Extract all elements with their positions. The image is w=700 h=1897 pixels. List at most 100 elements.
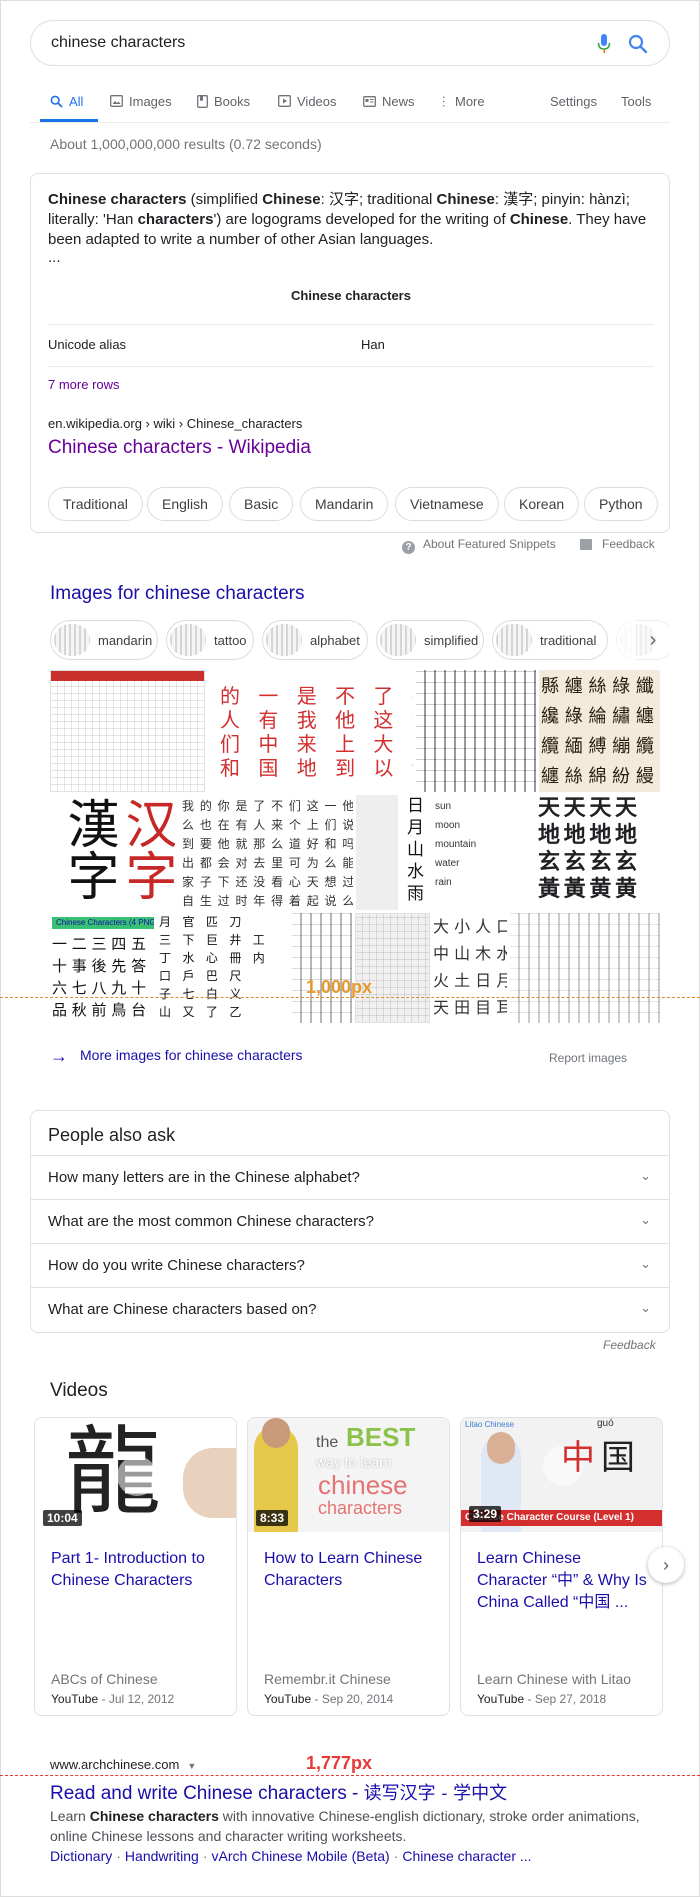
snippet-feedback[interactable]: Feedback (580, 537, 655, 557)
sitelink-dictionary[interactable]: Dictionary (50, 1848, 112, 1864)
video-thumbnail[interactable]: Litao Chinese guó 中 国 Chinese Character … (461, 1418, 662, 1532)
image-result[interactable] (416, 670, 536, 792)
tab-books[interactable]: Books (197, 90, 250, 112)
image-result[interactable] (292, 913, 352, 1023)
image-result[interactable]: 大 小 人 口 中 山 木 水 火 土 日 月 天 田 目 耳 (433, 913, 507, 1023)
paa-question[interactable]: What are the most common Chinese charact… (31, 1199, 669, 1243)
feedback-icon (580, 539, 592, 550)
image-text: 縣 纏 絲 綠 纖 絓 纔 綠 綸 繡 纏 綰 纜 緬 縛 繃 纜 緜 纏 絲 … (541, 676, 660, 787)
hand-illustration (183, 1448, 236, 1518)
video-title-link[interactable]: How to Learn Chinese Characters (264, 1548, 439, 1592)
tab-settings[interactable]: Settings (550, 90, 597, 112)
paa-title: People also ask (48, 1125, 176, 1145)
video-thumbnail[interactable]: the BEST way to learn chinese characters… (248, 1418, 449, 1532)
chip-traditional[interactable]: Traditional (48, 487, 143, 521)
image-result[interactable]: 天 天 天 天 地 地 地 地 玄 玄 玄 玄 黃 黃 黄 黄 (538, 795, 660, 910)
image-result[interactable]: 漢字 汉字 (50, 795, 175, 910)
image-result[interactable] (510, 913, 660, 1023)
about-featured-snippets[interactable]: ? About Featured Snippets (402, 537, 556, 557)
chip-vietnamese[interactable]: Vietnamese (395, 487, 499, 521)
video-title-link[interactable]: Part 1- Introduction to Chinese Characte… (51, 1548, 226, 1592)
tab-more[interactable]: ··· More (437, 90, 485, 112)
tab-news[interactable]: News (363, 90, 415, 112)
tab-tools[interactable]: Tools (621, 90, 651, 112)
result-stats: About 1,000,000,000 results (0.72 second… (50, 136, 322, 152)
image-result[interactable]: Chinese Characters (4 PNG · SPS · TFS 一 … (50, 913, 154, 1023)
chips-fade (610, 620, 636, 660)
thumbnail-text: BEST (346, 1422, 416, 1452)
presenter-face (262, 1418, 290, 1448)
image-text: 月 官 匹 刀 三 下 巨 井 工 丁 水 心 冊 内 口 戶 巴 尺 子 七 … (159, 915, 265, 1019)
image-result[interactable] (50, 670, 205, 792)
video-thumbnail[interactable]: 龍 10:04 (35, 1418, 236, 1532)
separator: · (116, 1848, 121, 1864)
image-result[interactable] (355, 913, 430, 1023)
caret-down-icon[interactable]: ▼ (187, 1761, 196, 1771)
paa-feedback-link[interactable]: Feedback (603, 1338, 656, 1352)
chevron-right-icon[interactable]: › (648, 1547, 684, 1583)
chip-python[interactable]: Python (584, 487, 658, 521)
result-title-link[interactable]: Read and write Chinese characters - 读写汉字… (50, 1779, 507, 1805)
paa-question[interactable]: How many letters are in the Chinese alph… (31, 1155, 669, 1199)
thumbnail-text: guó (597, 1418, 614, 1429)
paa-question[interactable]: How do you write Chinese characters? ⌄ (31, 1243, 669, 1287)
result-cite[interactable]: www.archchinese.com ▼ (50, 1757, 196, 1772)
chip-thumbnail (380, 624, 416, 656)
image-result[interactable]: 的 一 是 不 了 在 人 有 我 他 这 个 们 中 来 上 大 为 和 国 … (208, 670, 413, 792)
tab-label: All (69, 93, 84, 109)
image-chip-mandarin[interactable]: mandarin (50, 620, 158, 660)
image-result[interactable]: 我 的 你 是 了 不 们 这 一 他 么 也 在 有 人 来 个 上 们 说 … (178, 795, 353, 910)
sitelink-handwriting[interactable]: Handwriting (125, 1848, 199, 1864)
image-text: 日 月 山 水 雨 (407, 796, 426, 904)
sitelink-mobile[interactable]: vArch Chinese Mobile (Beta) (212, 1848, 390, 1864)
image-result[interactable] (356, 795, 398, 910)
paa-question[interactable]: What are Chinese characters based on? ⌄ (31, 1287, 669, 1331)
search-tabs: All Images Books Videos News ··· More Se… (40, 90, 660, 122)
image-chip-alphabet[interactable]: alphabet (262, 620, 368, 660)
more-rows-link[interactable]: 7 more rows (48, 377, 120, 392)
snippet-text: Chinese characters (simplified Chinese: … (48, 191, 647, 248)
people-also-ask: People also ask How many letters are in … (30, 1110, 670, 1333)
search-icon[interactable] (627, 33, 649, 55)
image-chip-traditional[interactable]: traditional (492, 620, 608, 660)
tab-images[interactable]: Images (110, 90, 172, 112)
image-chip-tattoo[interactable]: tattoo (166, 620, 254, 660)
microphone-icon[interactable] (597, 33, 611, 55)
search-box[interactable]: chinese characters (30, 20, 670, 66)
chip-english[interactable]: English (147, 487, 223, 521)
image-header (51, 671, 204, 681)
snippet-cite: en.wikipedia.org › wiki › Chinese_charac… (48, 416, 303, 431)
image-chip-simplified[interactable]: simplified (376, 620, 484, 660)
video-card[interactable]: the BEST way to learn chinese characters… (247, 1417, 450, 1716)
tab-all[interactable]: All (50, 90, 83, 112)
image-result[interactable]: 月 官 匹 刀 三 下 巨 井 工 丁 水 心 冊 内 口 戶 巴 尺 子 七 … (157, 913, 289, 1023)
chevron-right-icon[interactable]: › (636, 622, 670, 658)
divider (48, 366, 654, 367)
video-card[interactable]: 龍 10:04 Part 1- Introduction to Chinese … (34, 1417, 237, 1716)
table-title: Chinese characters (291, 288, 411, 303)
image-result[interactable]: 縣 纏 絲 綠 纖 絓 纔 綠 綸 繡 纏 綰 纜 緬 縛 繃 纜 緜 纏 絲 … (539, 670, 660, 792)
chip-korean[interactable]: Korean (504, 487, 580, 521)
more-images-link[interactable]: → More images for chinese characters (50, 1046, 303, 1067)
tab-videos[interactable]: Videos (278, 90, 337, 112)
sitelink-chinese-character[interactable]: Chinese character ... (402, 1848, 531, 1864)
search-input[interactable]: chinese characters (51, 34, 185, 52)
snippet-title-link[interactable]: Chinese characters - Wikipedia (48, 437, 311, 459)
chip-basic[interactable]: Basic (229, 487, 294, 521)
arrow-right-icon: → (50, 1046, 68, 1066)
video-card[interactable]: Litao Chinese guó 中 国 Chinese Character … (460, 1417, 663, 1716)
image-icon (110, 95, 123, 107)
image-result[interactable]: 日 月 山 水 雨 sun moon mountain water rain (401, 795, 535, 910)
chip-mandarin[interactable]: Mandarin (300, 487, 389, 521)
image-text: 天 天 天 天 地 地 地 地 玄 玄 玄 玄 黃 黃 黄 黄 (538, 795, 637, 902)
video-channel: ABCs of Chinese (51, 1671, 158, 1687)
image-text: 一 二 三 四 五 十 事 後 先 答 六 七 八 九 十 品 秋 前 鳥 台 (52, 935, 147, 1019)
separator: · (393, 1848, 399, 1864)
thumbnail-text: the (316, 1434, 339, 1451)
images-heading-link[interactable]: Images for chinese characters (50, 583, 305, 605)
report-images-link[interactable]: Report images (549, 1051, 627, 1065)
image-text: 的 一 是 不 了 在 人 有 我 他 这 个 们 中 来 上 大 为 和 国 … (220, 684, 413, 780)
chevron-down-icon: ⌄ (640, 1168, 651, 1183)
video-title-link[interactable]: Learn Chinese Character “中” & Why Is Chi… (477, 1548, 652, 1614)
fold-marker-line (0, 1775, 700, 1776)
